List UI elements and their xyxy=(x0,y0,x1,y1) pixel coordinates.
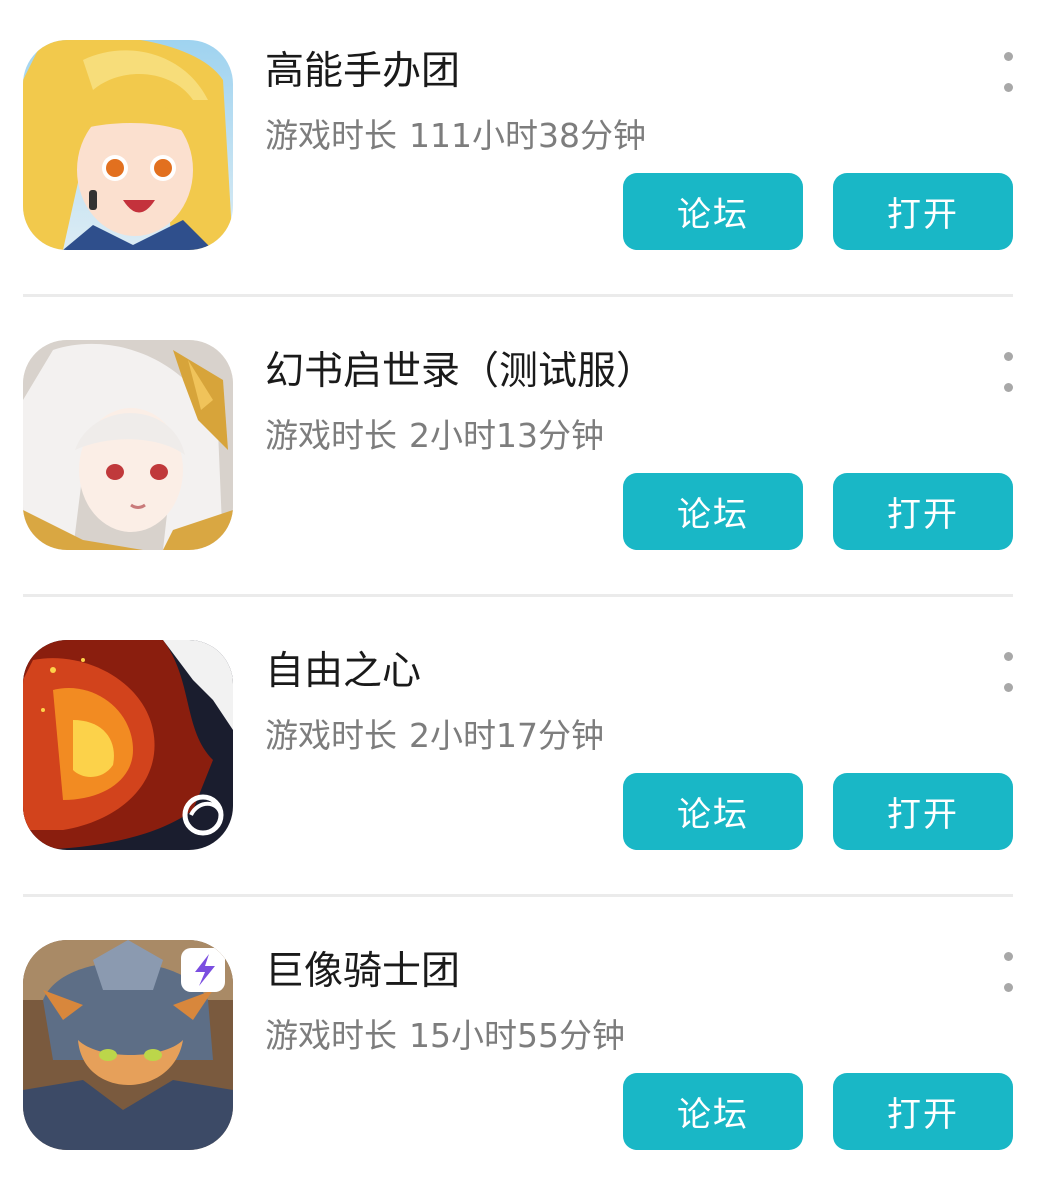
game-list: 高能手办团 游戏时长 111小时38分钟 论坛 打开 幻书启世录（测试服） 游戏… xyxy=(0,0,1051,1194)
game-title: 巨像骑士团 xyxy=(265,949,461,994)
playtime-value: 2小时17分钟 xyxy=(409,716,604,755)
playtime-label: 游戏时长 xyxy=(265,416,397,455)
more-options-icon[interactable] xyxy=(996,52,1020,92)
playtime-label: 游戏时长 xyxy=(265,116,397,155)
divider xyxy=(23,894,1013,897)
open-button[interactable]: 打开 xyxy=(833,773,1013,850)
anime-girl-silver-hair-icon[interactable] xyxy=(23,340,233,550)
more-options-icon[interactable] xyxy=(996,352,1020,392)
game-title: 自由之心 xyxy=(265,649,422,694)
game-row[interactable]: 幻书启世录（测试服） 游戏时长 2小时13分钟 论坛 打开 xyxy=(0,300,1051,600)
game-row[interactable]: 巨像骑士团 游戏时长 15小时55分钟 论坛 打开 xyxy=(0,900,1051,1194)
forum-button[interactable]: 论坛 xyxy=(623,473,803,550)
forum-button[interactable]: 论坛 xyxy=(623,773,803,850)
game-row[interactable]: 高能手办团 游戏时长 111小时38分钟 论坛 打开 xyxy=(0,0,1051,300)
more-options-icon[interactable] xyxy=(996,652,1020,692)
game-title: 高能手办团 xyxy=(265,49,461,94)
forum-button[interactable]: 论坛 xyxy=(623,1073,803,1150)
anime-girl-blonde-icon[interactable] xyxy=(23,40,233,250)
playtime-label: 游戏时长 xyxy=(265,716,397,755)
playtime: 游戏时长 2小时13分钟 xyxy=(265,414,604,458)
divider xyxy=(23,594,1013,597)
armored-fox-knight-icon[interactable] xyxy=(23,940,233,1150)
playtime-value: 2小时13分钟 xyxy=(409,416,604,455)
divider xyxy=(23,294,1013,297)
game-row[interactable]: 自由之心 游戏时长 2小时17分钟 论坛 打开 xyxy=(0,600,1051,900)
open-button[interactable]: 打开 xyxy=(833,473,1013,550)
more-options-icon[interactable] xyxy=(996,952,1020,992)
open-button[interactable]: 打开 xyxy=(833,173,1013,250)
playtime: 游戏时长 111小时38分钟 xyxy=(265,114,646,158)
playtime: 游戏时长 2小时17分钟 xyxy=(265,714,604,758)
playtime-label: 游戏时长 xyxy=(265,1016,397,1055)
open-button[interactable]: 打开 xyxy=(833,1073,1013,1150)
playtime: 游戏时长 15小时55分钟 xyxy=(265,1014,625,1058)
game-title: 幻书启世录（测试服） xyxy=(265,349,656,394)
forum-button[interactable]: 论坛 xyxy=(623,173,803,250)
fire-beast-icon[interactable] xyxy=(23,640,233,850)
playtime-value: 15小时55分钟 xyxy=(409,1016,625,1055)
playtime-value: 111小时38分钟 xyxy=(409,116,646,155)
